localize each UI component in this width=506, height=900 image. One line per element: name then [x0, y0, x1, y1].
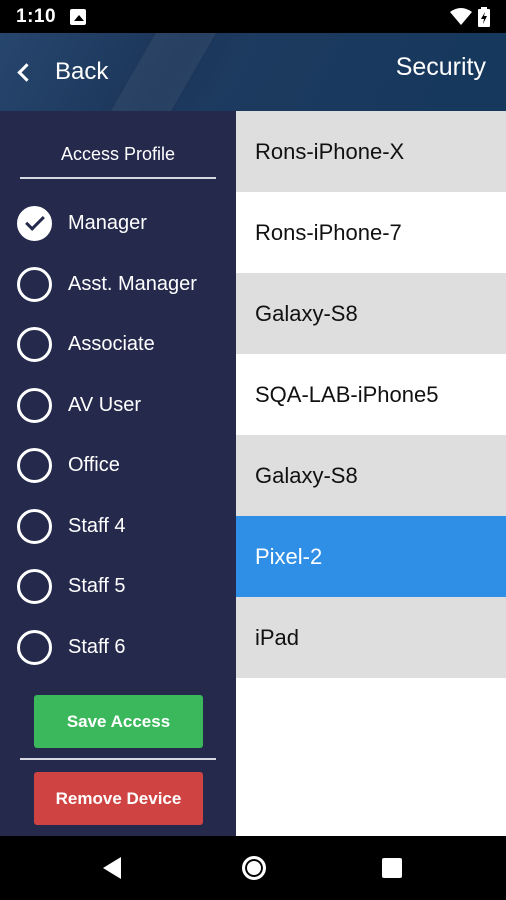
status-time: 1:10 [16, 5, 57, 27]
radio-unchecked-icon [17, 508, 52, 544]
wifi-icon [450, 7, 472, 25]
radio-unchecked-icon [17, 629, 52, 665]
save-access-button[interactable]: Save Access [34, 695, 203, 748]
device-row-selected[interactable]: Pixel-2 [236, 516, 506, 597]
system-nav-bar [0, 836, 506, 900]
checkmark-icon [24, 210, 45, 231]
device-row[interactable]: Galaxy-S8 [236, 435, 506, 516]
access-profile-panel: Access Profile Manager Asst. Manager Ass… [0, 111, 236, 836]
device-list: Rons-iPhone-X Rons-iPhone-7 Galaxy-S8 SQ… [236, 111, 506, 836]
status-icons [450, 6, 490, 27]
profile-option-label: Associate [68, 332, 155, 355]
buttons-divider [20, 758, 216, 760]
profile-option-staff-5[interactable]: Staff 5 [17, 566, 227, 606]
radio-unchecked-icon [17, 568, 52, 604]
back-button[interactable]: Back [14, 51, 108, 93]
profile-option-associate[interactable]: Associate [17, 324, 227, 364]
radio-unchecked-icon [17, 326, 52, 362]
nav-home-icon[interactable] [242, 856, 266, 880]
profile-option-label: AV User [68, 393, 141, 416]
profile-option-label: Staff 4 [68, 514, 126, 537]
profile-option-label: Staff 5 [68, 574, 126, 597]
back-label: Back [55, 58, 109, 85]
device-row[interactable]: Galaxy-S8 [236, 273, 506, 354]
profile-option-label: Office [68, 453, 120, 476]
profile-option-staff-4[interactable]: Staff 4 [17, 506, 227, 546]
profile-option-label: Manager [68, 211, 147, 234]
device-row[interactable]: Rons-iPhone-X [236, 111, 506, 192]
chevron-left-icon [17, 62, 36, 82]
profile-option-asst-manager[interactable]: Asst. Manager [17, 264, 227, 304]
profile-option-office[interactable]: Office [17, 445, 227, 485]
profile-option-label: Staff 6 [68, 635, 126, 658]
photo-notification-icon [70, 8, 87, 25]
radio-unchecked-icon [17, 266, 52, 302]
access-profile-header: Access Profile [60, 144, 176, 164]
profile-option-av-user[interactable]: AV User [17, 385, 227, 425]
header-divider [20, 177, 216, 179]
radio-unchecked-icon [17, 387, 52, 423]
profile-option-staff-6[interactable]: Staff 6 [17, 627, 227, 667]
nav-back-icon[interactable] [103, 857, 121, 879]
profile-option-label: Asst. Manager [68, 272, 197, 295]
radio-checked-icon [17, 205, 52, 241]
status-bar: 1:10 [0, 0, 506, 33]
remove-device-button[interactable]: Remove Device [34, 772, 203, 825]
nav-recents-icon[interactable] [382, 858, 402, 878]
app-bar: Back Security [0, 33, 506, 111]
device-row[interactable]: iPad [236, 597, 506, 678]
page-title: Security [395, 53, 486, 81]
radio-unchecked-icon [17, 447, 52, 483]
device-row[interactable]: Rons-iPhone-7 [236, 192, 506, 273]
device-row[interactable]: SQA-LAB-iPhone5 [236, 354, 506, 435]
battery-charging-icon [478, 6, 490, 27]
profile-option-manager[interactable]: Manager [17, 203, 227, 243]
